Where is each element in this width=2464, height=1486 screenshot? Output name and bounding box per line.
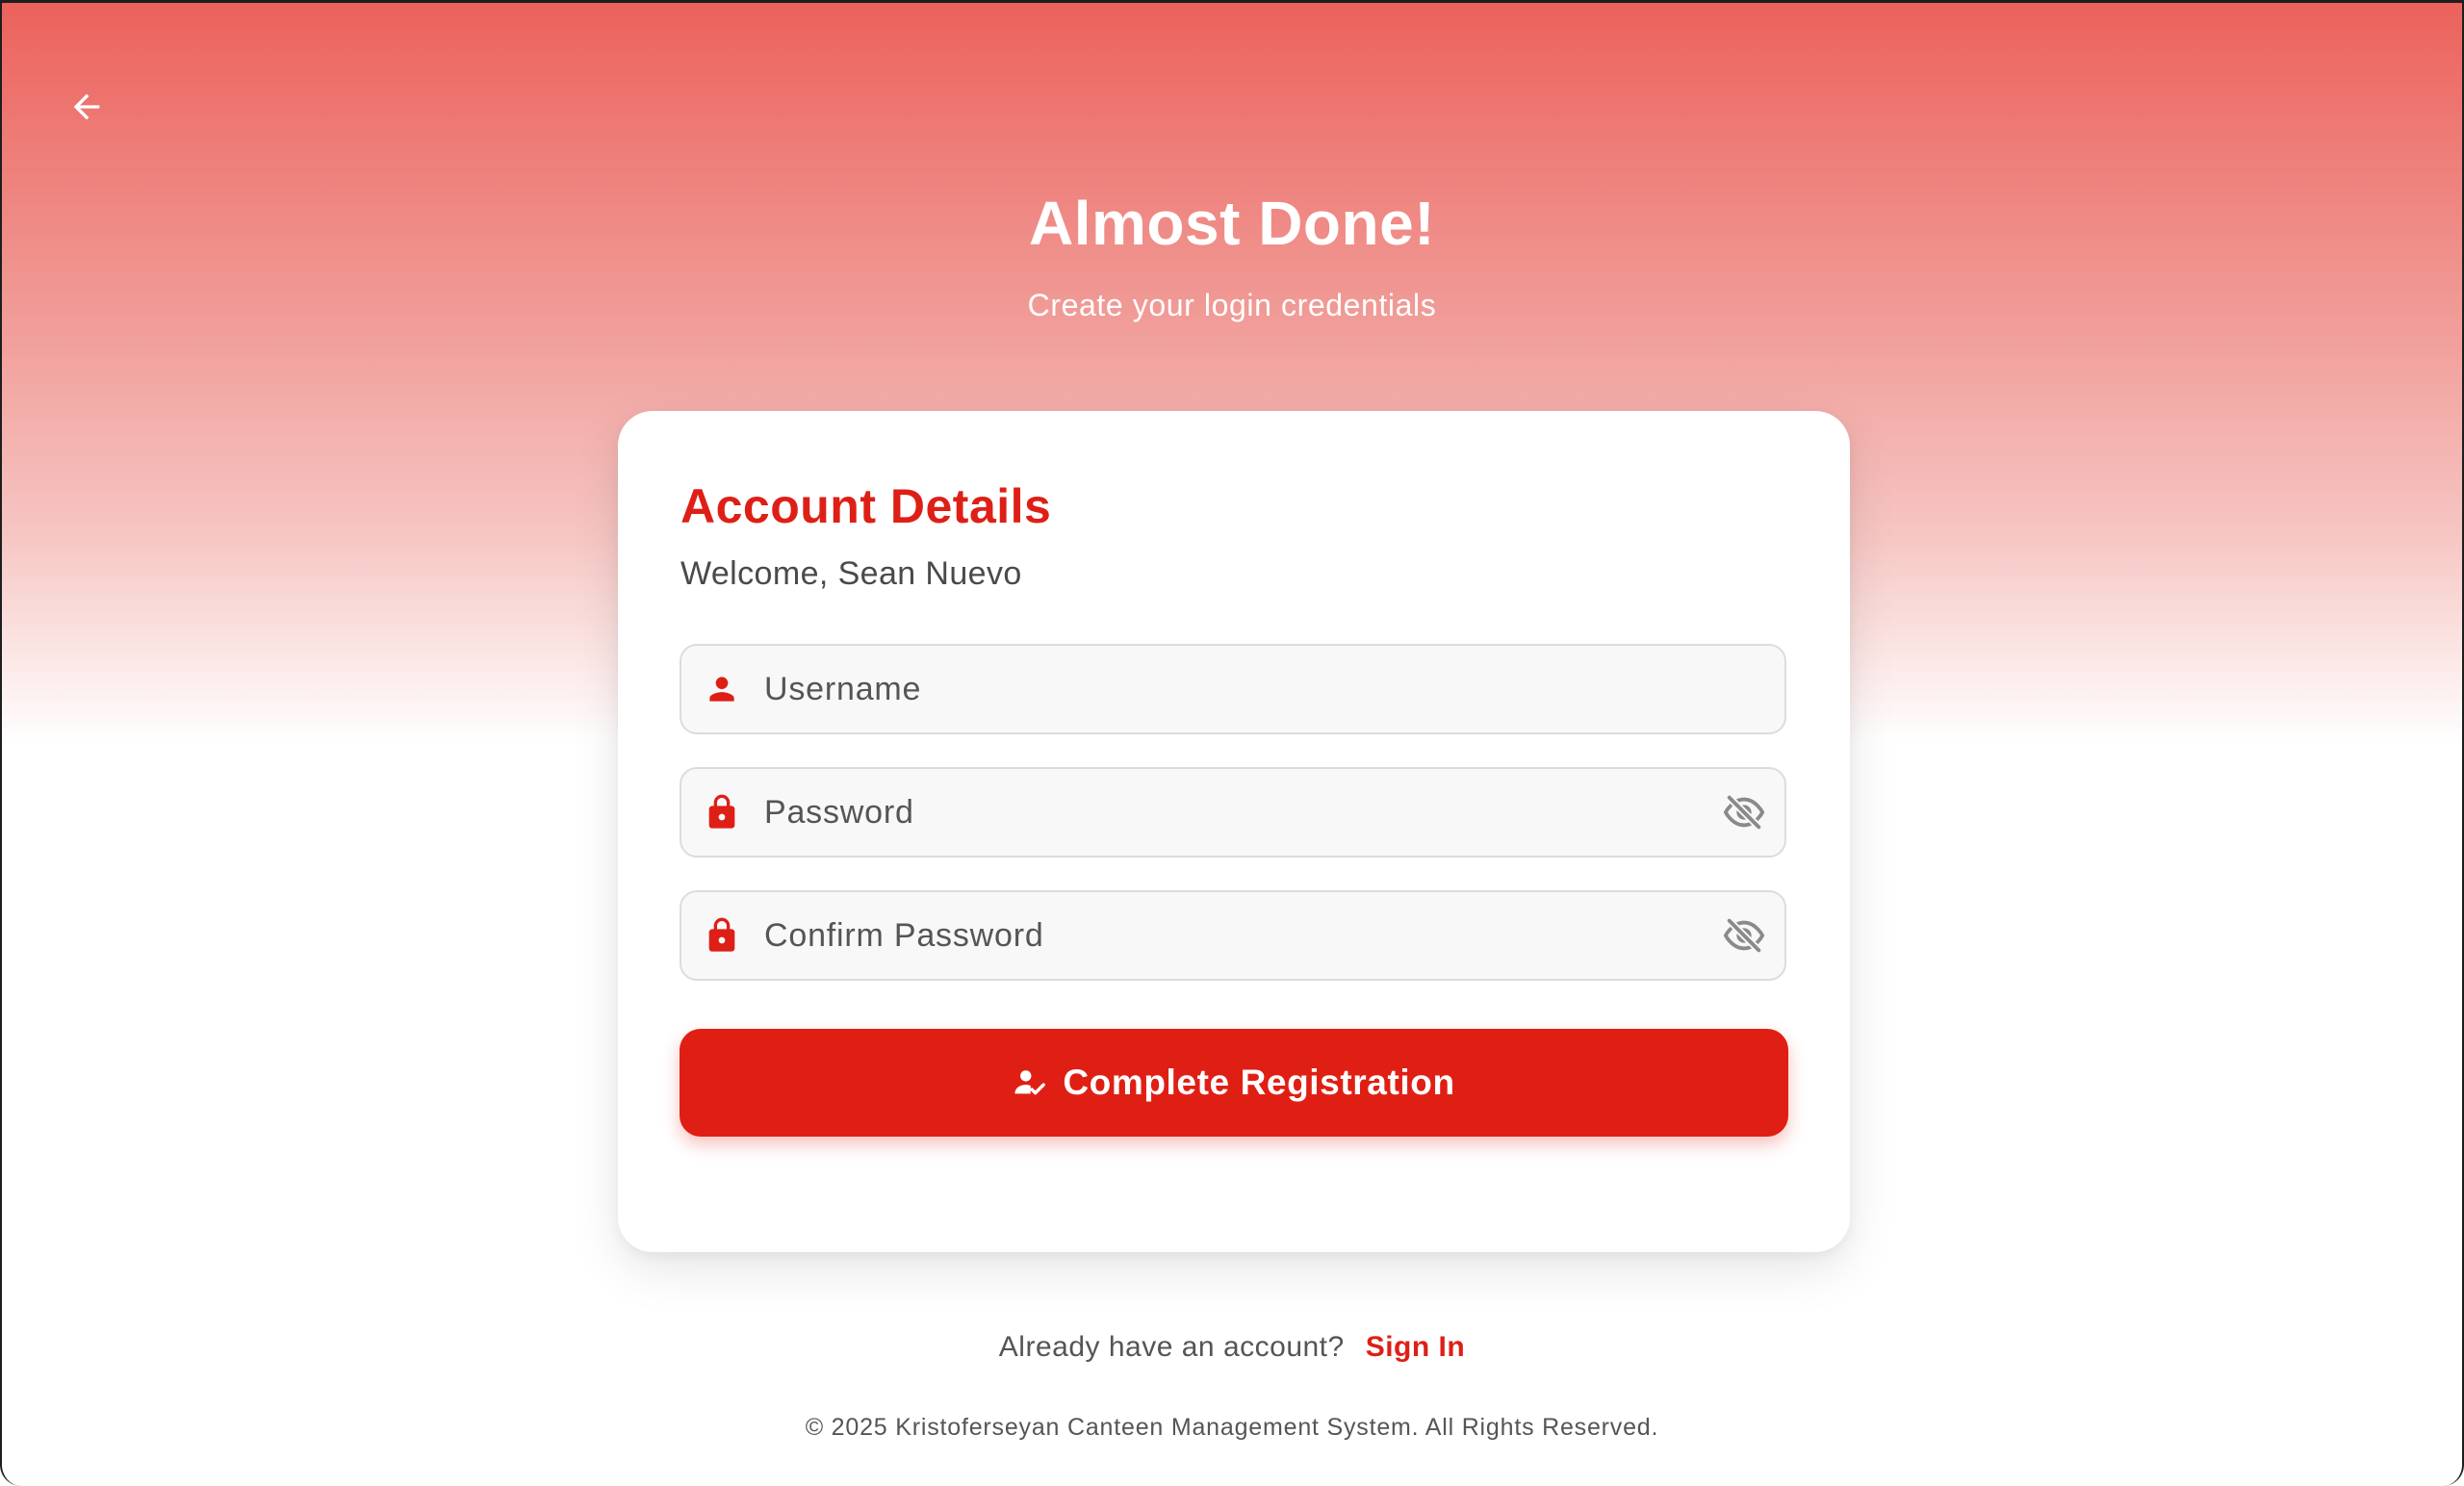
footer-copyright: © 2025 Kristoferseyan Canteen Management… — [805, 1414, 1659, 1441]
sign-in-link[interactable]: Sign In — [1366, 1331, 1466, 1363]
page-title: Almost Done! — [1029, 189, 1435, 258]
user-icon — [703, 670, 741, 708]
eye-off-icon[interactable] — [1721, 789, 1767, 835]
signin-prompt-row: Already have an account? Sign In — [2, 1331, 2462, 1364]
welcome-message: Welcome, Sean Nuevo — [680, 555, 1022, 592]
password-field[interactable] — [680, 767, 1786, 858]
password-input[interactable] — [762, 768, 1721, 857]
lock-icon — [703, 793, 741, 832]
username-field[interactable] — [680, 644, 1786, 734]
back-button[interactable] — [62, 82, 112, 132]
confirm-password-field[interactable] — [680, 890, 1786, 981]
complete-registration-button[interactable]: Complete Registration — [680, 1029, 1788, 1137]
confirm-password-input[interactable] — [762, 891, 1721, 980]
eye-off-icon[interactable] — [1721, 912, 1767, 959]
lock-icon — [703, 916, 741, 955]
signin-prompt-text: Already have an account? — [998, 1331, 1345, 1363]
app-window: Almost Done! Create your login credentia… — [0, 0, 2464, 1486]
username-input[interactable] — [762, 645, 1784, 733]
card-title: Account Details — [680, 479, 1052, 533]
account-details-card: Account Details Welcome, Sean Nuevo User… — [618, 411, 1850, 1252]
complete-registration-label: Complete Registration — [1063, 1063, 1455, 1102]
user-check-icon — [1013, 1065, 1047, 1100]
page-subtitle: Create your login credentials — [1027, 288, 1437, 322]
arrow-left-icon — [73, 93, 100, 120]
